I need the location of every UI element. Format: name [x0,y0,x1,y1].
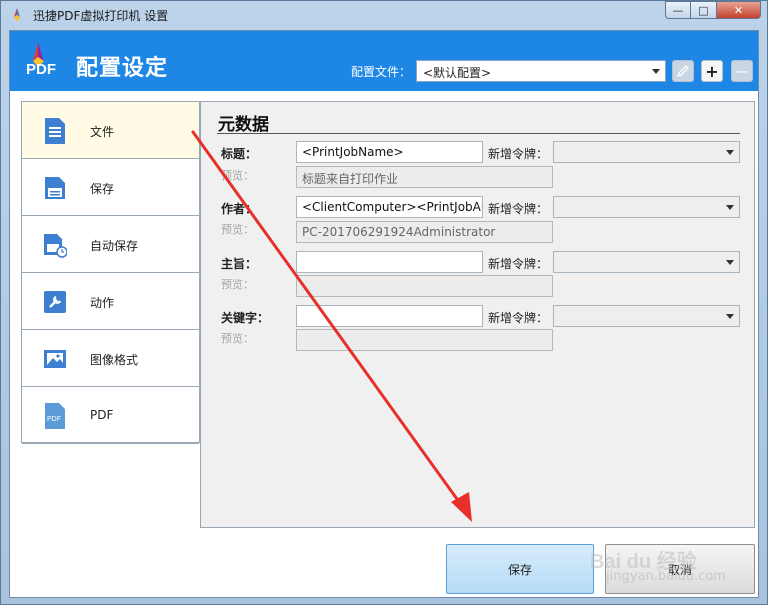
save-button[interactable]: 保存 [446,544,594,594]
sidebar-item-label: 保存 [90,182,115,196]
app-logo-icon [14,8,20,22]
client-area: PDF 配置设定 配置文件： <默认配置> + − 文件 保存 自动保存 动作 … [9,30,759,598]
sidebar-item-label: 动作 [90,296,115,310]
app-window: 迅捷PDF虚拟打印机 设置 — □ ✕ PDF 配置设定 配置文件： <默认配置… [0,0,768,605]
profile-dropdown[interactable]: <默认配置> [416,60,666,82]
title-field-label: 标题： [221,147,258,161]
minimize-button[interactable]: — [665,1,691,19]
sidebar-item-autosave[interactable]: 自动保存 [22,216,199,273]
remove-profile-button[interactable]: − [731,60,753,82]
chevron-down-icon [726,205,734,210]
sidebar-item-label: 图像格式 [90,353,139,367]
profile-label: 配置文件： [351,65,412,79]
author-preview: PC-201706291924Administrator [296,221,553,243]
title-token-dropdown[interactable] [553,141,740,163]
chevron-down-icon [726,260,734,265]
subject-preview-label: 预览： [221,278,254,291]
page-title: 配置设定 [76,56,169,81]
chevron-down-icon [652,69,660,74]
rename-profile-button[interactable] [672,60,694,82]
wrench-icon [44,291,66,313]
subject-field-label: 主旨： [221,257,258,271]
keywords-field-label: 关键字： [221,311,270,325]
watermark-url: jingyan.baidu.com [606,569,726,584]
author-preview-label: 预览： [221,223,254,236]
section-divider [217,133,740,134]
close-button[interactable]: ✕ [717,1,761,19]
subject-token-label: 新增令牌： [488,257,549,271]
keywords-token-label: 新增令牌： [488,311,549,325]
sidebar-item-label: PDF [90,408,114,422]
chevron-down-icon [726,314,734,319]
add-profile-button[interactable]: + [701,60,723,82]
title-bar: 迅捷PDF虚拟打印机 设置 — □ ✕ [1,1,767,29]
sidebar-item-actions[interactable]: 动作 [22,273,199,330]
title-input[interactable]: <PrintJobName> [296,141,483,163]
sidebar-item-label: 文件 [90,125,115,139]
sidebar-item-save[interactable]: 保存 [22,159,199,216]
keywords-input[interactable] [296,305,483,327]
title-preview-label: 预览： [221,169,254,182]
maximize-button[interactable]: □ [691,1,717,19]
subject-preview [296,275,553,297]
window-title: 迅捷PDF虚拟打印机 设置 [33,9,169,23]
brand-logo-text: PDF [26,61,56,78]
save-icon [45,177,65,199]
author-token-label: 新增令牌： [488,202,549,216]
pdf-icon: PDF [45,403,65,429]
section-title: 元数据 [218,115,269,135]
sidebar-item-label: 自动保存 [90,239,139,253]
window-controls: — □ ✕ [665,1,761,21]
author-input[interactable]: <ClientComputer><PrintJobAu [296,196,483,218]
pencil-icon [676,65,689,78]
sidebar-item-file[interactable]: 文件 [22,102,199,159]
autosave-icon [44,234,67,258]
metadata-panel: 元数据 标题： <PrintJobName> 新增令牌： 预览： 标题来自打印作… [200,101,755,528]
subject-input[interactable] [296,251,483,273]
keywords-preview [296,329,553,351]
author-token-dropdown[interactable] [553,196,740,218]
header-bar: PDF 配置设定 配置文件： <默认配置> + − [10,31,758,91]
author-field-label: 作者： [221,202,258,216]
keywords-preview-label: 预览： [221,332,254,345]
sidebar-item-pdf[interactable]: PDF PDF [22,387,199,444]
image-icon [44,350,66,368]
profile-dropdown-value: <默认配置> [423,66,492,80]
chevron-down-icon [726,150,734,155]
subject-token-dropdown[interactable] [553,251,740,273]
settings-sidebar: 文件 保存 自动保存 动作 图像格式 PDF PDF [21,101,200,444]
document-icon [45,118,65,144]
sidebar-item-image-format[interactable]: 图像格式 [22,330,199,387]
title-preview: 标题来自打印作业 [296,166,553,188]
title-token-label: 新增令牌： [488,147,549,161]
svg-text:PDF: PDF [47,416,61,423]
keywords-token-dropdown[interactable] [553,305,740,327]
